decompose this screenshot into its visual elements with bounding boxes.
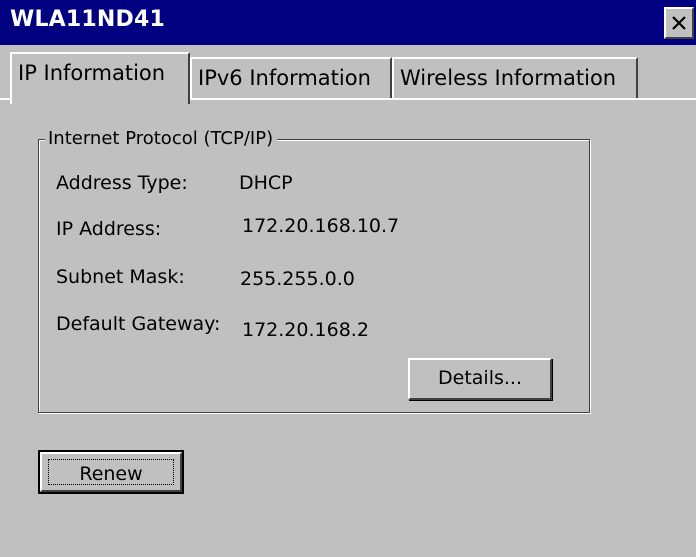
- renew-button-face: Renew: [40, 452, 182, 492]
- window-title: WLA11ND41: [10, 7, 166, 32]
- tab-label: Wireless Information: [400, 66, 617, 90]
- default-gateway-label: Default Gateway:: [56, 313, 221, 335]
- subnet-mask-label: Subnet Mask:: [56, 266, 185, 288]
- tab-ipv6-information[interactable]: IPv6 Information: [190, 57, 392, 99]
- close-button[interactable]: [664, 7, 694, 39]
- tab-label: IP Information: [18, 61, 166, 85]
- tab-label: IPv6 Information: [198, 66, 371, 90]
- default-gateway-value: 172.20.168.2: [242, 319, 369, 341]
- address-type-label: Address Type:: [56, 172, 188, 194]
- address-type-value: DHCP: [239, 172, 293, 194]
- tcpip-group-label: Internet Protocol (TCP/IP): [45, 128, 278, 149]
- renew-button-label: Renew: [48, 459, 174, 485]
- subnet-mask-value: 255.255.0.0: [240, 268, 355, 290]
- ip-address-label: IP Address:: [56, 218, 162, 240]
- tab-ip-information[interactable]: IP Information: [10, 52, 190, 104]
- tab-wireless-information[interactable]: Wireless Information: [392, 57, 638, 99]
- renew-button[interactable]: Renew: [38, 450, 184, 494]
- title-bar: WLA11ND41: [0, 0, 696, 45]
- ip-address-value: 172.20.168.10.7: [242, 215, 400, 237]
- details-button[interactable]: Details...: [408, 358, 552, 400]
